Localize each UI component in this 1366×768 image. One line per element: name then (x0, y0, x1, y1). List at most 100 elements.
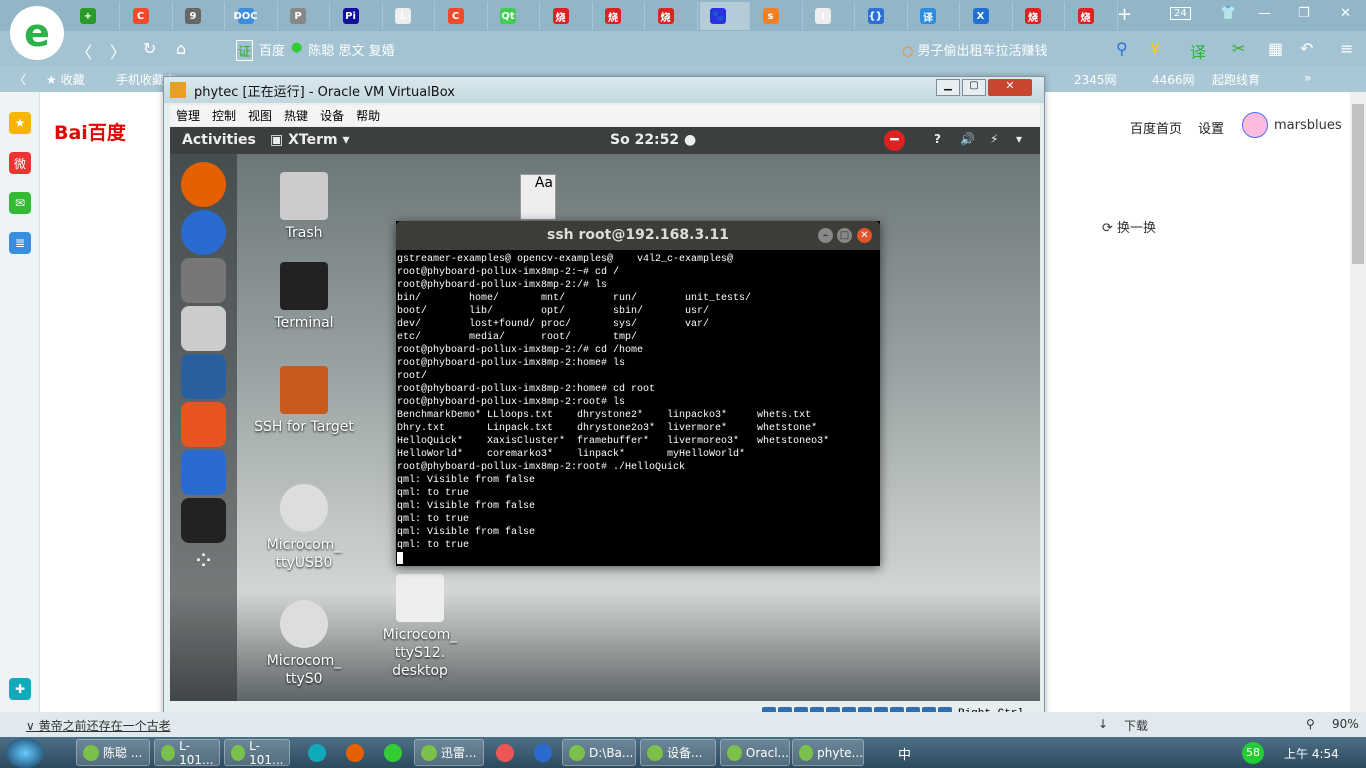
taskbar-item[interactable]: 陈聪 ... (76, 739, 150, 766)
system-menu-icon[interactable]: ▾ (1016, 132, 1022, 146)
close-icon[interactable]: ✕ (1340, 6, 1351, 21)
browser-tab[interactable]: 烧 (1068, 2, 1118, 30)
minimize-button[interactable]: – (818, 228, 833, 243)
clock[interactable]: 上午 4:54 (1284, 745, 1339, 762)
browser-tab[interactable]: 译 (910, 2, 960, 30)
avatar[interactable] (1242, 112, 1268, 138)
close-button[interactable]: ✕ (857, 228, 872, 243)
battery-icon[interactable]: ⚡ (990, 132, 998, 146)
new-tab-button[interactable]: + (1117, 4, 1132, 25)
pinned-app-icon[interactable] (346, 744, 364, 762)
skin-icon[interactable]: 👕 (1220, 6, 1236, 21)
browser-tab[interactable]: L (385, 2, 435, 30)
taskbar-item[interactable]: L-101... (154, 739, 220, 767)
menu-item[interactable]: 管理 (176, 107, 200, 124)
bookmark-qipaoxian[interactable]: 起跑线育 (1212, 71, 1260, 88)
virtualbox-titlebar[interactable]: phytec [正在运行] - Oracle VM VirtualBox ▁ ▢… (164, 77, 1044, 103)
undo-icon[interactable]: ↶ (1300, 39, 1313, 58)
firefox-icon[interactable] (181, 162, 226, 207)
browser-tab[interactable]: P (280, 2, 330, 30)
refresh-link[interactable]: ⟳ 换一换 (1102, 217, 1156, 236)
home-icon[interactable]: ⌂ (176, 39, 186, 58)
document-icon[interactable]: ≣ (9, 232, 31, 254)
desktop-icon[interactable]: SSH for Target (254, 366, 354, 436)
menu-item[interactable]: 热键 (284, 107, 308, 124)
browser-tab[interactable]: I (805, 2, 855, 30)
bookmarks-left-icon[interactable]: 〈 (14, 71, 26, 88)
restore-icon[interactable]: ❐ (1298, 6, 1310, 21)
volume-icon[interactable]: 🔊 (960, 132, 975, 146)
browser-tab[interactable]: 烧 (648, 2, 698, 30)
browser-tab[interactable]: C (123, 2, 173, 30)
menu-icon[interactable]: ≡ (1340, 39, 1353, 58)
tab-count[interactable]: 24 (1170, 7, 1191, 20)
pinned-app-icon[interactable] (534, 744, 552, 762)
close-button[interactable]: ✕ (988, 79, 1032, 96)
browser-tab[interactable]: 9 (175, 2, 225, 30)
desktop-icon[interactable]: Terminal (254, 262, 354, 332)
magnifier-icon[interactable]: ⚲ (1116, 39, 1128, 58)
desktop-icon[interactable]: Trash (254, 172, 354, 242)
help-icon[interactable] (181, 450, 226, 495)
browser-tab[interactable]: Qt (490, 2, 540, 30)
xterm-window[interactable]: ssh root@192.168.3.11 – □ ✕ gstreamer-ex… (396, 221, 880, 566)
page-scrollbar[interactable] (1350, 92, 1366, 712)
browser-tab[interactable]: 🐾 (700, 2, 750, 30)
desktop-icon[interactable]: Microcom_ ttyUSB0 (254, 484, 354, 572)
security-badge[interactable]: 58 (1242, 742, 1264, 764)
browser-tab[interactable]: + (70, 2, 120, 30)
coin-icon[interactable]: ¥ (1150, 39, 1160, 58)
pinned-app-icon[interactable] (496, 744, 514, 762)
bookmark-2345[interactable]: 2345网 (1074, 71, 1117, 88)
bookmark-favorites[interactable]: ★ 收藏 (46, 71, 85, 88)
app-grid-icon[interactable]: ⁘ (181, 546, 226, 591)
files-icon[interactable] (181, 258, 226, 303)
browser-tab[interactable]: Pi (333, 2, 383, 30)
news-link[interactable]: ∨ 黄帝之前还存在一个古老 (26, 717, 171, 734)
software-center-icon[interactable] (181, 402, 226, 447)
browser-tab[interactable]: 烧 (595, 2, 645, 30)
download-icon[interactable]: ↓ (1098, 717, 1108, 731)
menu-item[interactable]: 视图 (248, 107, 272, 124)
maximize-button[interactable]: ▢ (962, 79, 986, 96)
browser-logo[interactable]: e (10, 6, 64, 60)
download-button[interactable]: 下载 (1124, 717, 1148, 734)
address-bar[interactable]: 证 百度 ● 陈聪 思文 复婚 (236, 40, 395, 61)
app-menu[interactable]: ▣ XTerm ▾ (270, 132, 350, 148)
terminal-output[interactable]: gstreamer-examples@ opencv-examples@ v4l… (397, 253, 879, 569)
browser-tab[interactable]: s (753, 2, 803, 30)
taskbar-item[interactable]: phyte... (792, 739, 864, 766)
zoom-level[interactable]: 90% (1332, 717, 1359, 731)
zoom-icon[interactable]: ⚲ (1306, 717, 1315, 731)
bookmarks-more-icon[interactable]: » (1304, 71, 1311, 85)
weibo-icon[interactable]: 微 (9, 152, 31, 174)
ime-icon[interactable]: 中 (898, 744, 911, 763)
pinned-app-icon[interactable] (308, 744, 326, 762)
browser-tab[interactable]: DOC (228, 2, 278, 30)
libreoffice-writer-icon[interactable] (181, 354, 226, 399)
taskbar-item[interactable]: D:\Ba... (562, 739, 636, 766)
maximize-button[interactable]: □ (837, 228, 852, 243)
menu-item[interactable]: 设备 (320, 107, 344, 124)
taskbar-item[interactable]: 迅雷... (414, 739, 484, 766)
network-icon[interactable]: ? (934, 132, 941, 146)
reload-icon[interactable]: ↻ (143, 39, 156, 58)
menu-item[interactable]: 控制 (212, 107, 236, 124)
xterm-icon[interactable] (181, 498, 226, 543)
clock[interactable]: So 22:52 ● (610, 132, 696, 148)
favorites-star-icon[interactable]: ★ (9, 112, 31, 134)
browser-tab[interactable]: 烧 (1015, 2, 1065, 30)
search-box[interactable]: ○ 男子偷出租车拉活赚钱 (902, 40, 1082, 59)
browser-tab[interactable]: C (438, 2, 488, 30)
text-file-icon[interactable]: Aa (520, 174, 556, 220)
pinned-app-icon[interactable] (384, 744, 402, 762)
taskbar-item[interactable]: 设备... (640, 739, 716, 766)
activities-button[interactable]: Activities (182, 132, 256, 148)
baidu-home-link[interactable]: 百度首页 (1130, 118, 1182, 137)
back-icon[interactable]: 〈 (76, 39, 92, 63)
network-icon[interactable]: ✚ (9, 678, 31, 700)
browser-tab[interactable]: X (963, 2, 1013, 30)
minimize-button[interactable]: ▁ (936, 79, 960, 96)
username[interactable]: marsblues (1274, 118, 1342, 133)
settings-link[interactable]: 设置 (1198, 118, 1224, 137)
